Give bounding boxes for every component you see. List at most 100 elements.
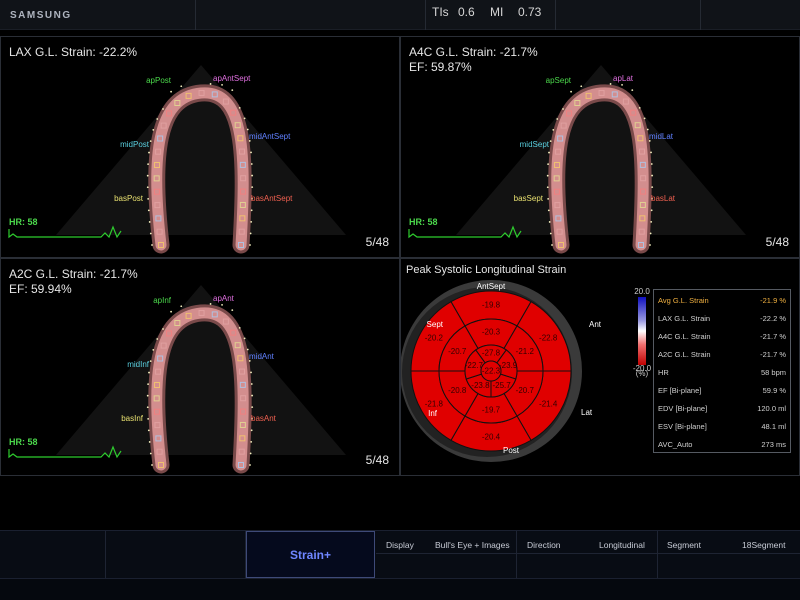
wall-label-post: Post [503,446,520,455]
segment-value: -19.8 [482,301,501,310]
boundary-dot [243,337,246,340]
mi-value: 0.73 [518,5,542,19]
summary-label: ESV [Bi-plane] [658,422,707,431]
boundary-dot [250,151,252,154]
boundary-dot [650,151,652,154]
boundary-dot [149,360,152,363]
summary-label: EDV [Bi-plane] [658,404,708,413]
mid-right-label: midAntSept [249,132,291,141]
boundary-dot [651,174,654,177]
boundary-dot [243,117,246,120]
lax-strain-title: LAX G.L. Strain: -22.2% [9,45,138,59]
a4c-strain-title: A4C G.L. Strain: -21.7% [409,45,538,59]
summary-table: Avg G.L. Strain -21.9 % LAX G.L. Strain -22… [653,289,791,453]
boundary-dot [546,174,549,177]
direction-value[interactable]: Longitudinal [599,540,645,550]
basal-right-label: basAnt [251,414,277,423]
brand-logo: SAMSUNG [10,10,72,21]
boundary-dot [209,83,212,85]
boundary-dot [250,429,253,432]
summary-row: Avg G.L. Strain -21.9 % [658,296,786,305]
lax-view-panel[interactable]: apPost apAntSept midPost midAntSept basPost b… [0,36,400,258]
mid-left-label: midPost [120,140,150,149]
summary-label: HR [658,368,669,377]
segment-value[interactable]: 18Segment [742,540,785,550]
boundary-dot [149,452,152,455]
colorbar-max-label: 20.0 [634,287,650,296]
basal-right-label: basLat [651,194,676,203]
display-label[interactable]: Display [386,540,414,550]
boundary-dot [251,174,254,177]
boundary-dot [549,232,552,235]
summary-row: EDV [Bi-plane] 120.0 ml [658,404,786,413]
boundary-dot [231,309,234,312]
a2c-strain-title: A2C G.L. Strain: -21.7% [9,267,138,281]
boundary-dot [149,140,152,143]
boundary-dot [151,464,153,466]
boundary-dot [149,232,152,235]
basal-left-label: basInf [121,414,144,423]
summary-row: ESV [Bi-plane] 48.1 ml [658,422,786,431]
boundary-dot [249,232,252,235]
boundary-dot [151,244,153,246]
segment-label[interactable]: Segment [667,540,701,550]
boundary-dot [162,328,164,330]
direction-label[interactable]: Direction [527,540,561,550]
summary-value: -21.7 % [760,350,786,359]
summary-value: 273 ms [761,440,786,449]
boundary-dot [156,338,159,340]
segment-value: -21.4 [539,400,558,409]
boundary-dot [180,305,183,308]
segment-value: -20.7 [448,347,467,356]
summary-label: LAX G.L. Strain [658,314,711,323]
summary-row: HR 58 bpm [658,368,786,377]
a2c-view-panel[interactable]: apInf apAnt midInf midAnt basInf basAnt A2C G… [0,258,400,476]
boundary-dot [147,209,150,212]
boundary-dot [548,221,551,223]
basal-left-label: basSept [514,194,544,203]
summary-row: LAX G.L. Strain -22.2 % [658,314,786,323]
boundary-dot [147,429,150,432]
summary-value: 59.9 % [762,386,786,395]
summary-row: AVC_Auto 273 ms [658,440,786,449]
boundary-dot [646,128,649,131]
segment-value: -25.7 [492,381,511,390]
a4c-title-block: A4C G.L. Strain: -21.7% EF: 59.87% [409,45,538,75]
hr-label: HR: 58 [9,437,38,447]
strain-plus-button[interactable]: Strain+ [246,531,375,578]
boundary-dot [651,186,654,189]
hr-label: HR: 58 [409,217,438,227]
summary-row: A4C G.L. Strain -21.7 % [658,332,786,341]
a4c-view-panel[interactable]: apSept apLat midSept midLat basSept basLat A4… [400,36,800,258]
summary-value: 58 bpm [760,368,786,377]
boundary-dot [250,371,252,374]
boundary-dot [250,440,253,443]
boundary-dot [152,348,155,351]
summary-value: 48.1 ml [761,422,786,431]
boundary-dot [238,107,241,109]
wall-label-inf: Inf [428,409,438,418]
boundary-dot [562,108,564,110]
boundary-dot [609,83,612,85]
frame-counter: 5/48 [365,453,389,467]
boundary-dot [147,383,149,386]
wall-label-sept: Sept [427,320,444,329]
boundary-dot [250,209,253,212]
boundary-dot [547,163,549,166]
mid-left-label: midInf [127,360,150,369]
apical-right-label: apAntSept [213,74,251,83]
boundary-dot [221,303,223,306]
apical-right-label: apAnt [213,294,235,303]
apex-value: -22.3 [482,367,501,376]
boundary-dot [249,452,252,455]
boundary-dot [146,174,149,177]
display-value[interactable]: Bull's Eye + Images [435,540,510,550]
boundary-dot [580,85,583,88]
boundary-dot [148,441,151,443]
boundary-dot [650,163,653,165]
tis-value: 0.6 [458,5,475,19]
top-status-bar: SAMSUNG TIs 0.6 MI 0.73 [0,0,800,30]
bottom-secondary-bar [0,578,800,600]
boundary-dot [650,220,653,223]
tis-label: TIs [432,5,449,19]
